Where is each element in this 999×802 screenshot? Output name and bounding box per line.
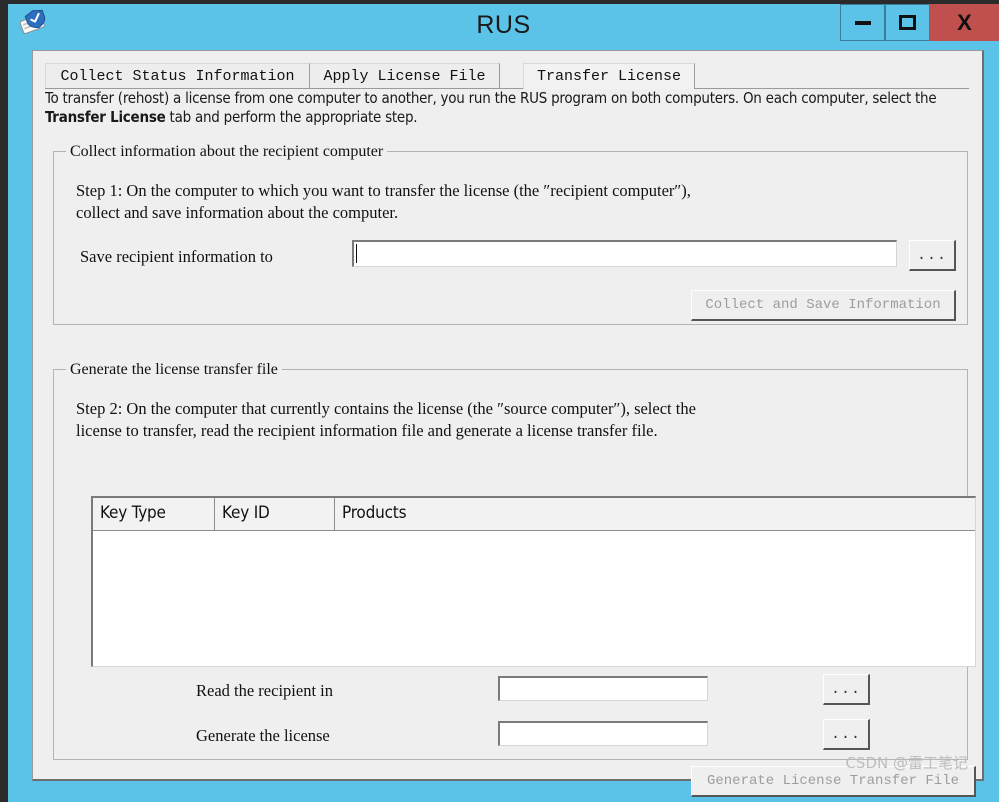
save-recipient-input[interactable] <box>352 240 897 267</box>
generate-license-label: Generate the license <box>196 726 330 745</box>
group-collect-recipient-info: Collect information about the recipient … <box>53 143 968 325</box>
generate-license-browse-button[interactable]: ... <box>823 719 870 750</box>
group-generate-license-transfer-file: Generate the license transfer file Step … <box>53 361 976 797</box>
group1-title: Collect information about the recipient … <box>66 143 388 161</box>
close-icon: X <box>957 9 972 35</box>
text-caret <box>356 244 357 263</box>
grid-header-row: Key Type Key ID Products <box>93 498 975 531</box>
tab-collect-status-information[interactable]: Collect Status Information <box>45 63 310 89</box>
tab-apply-license-file[interactable]: Apply License File <box>310 63 500 89</box>
save-recipient-browse-button[interactable]: ... <box>909 240 956 271</box>
intro-text: To transfer (rehost) a license from one … <box>45 89 970 127</box>
read-recipient-input[interactable] <box>498 676 708 701</box>
license-key-card-icon <box>18 8 50 38</box>
read-recipient-browse-button[interactable]: ... <box>823 674 870 705</box>
save-recipient-label: Save recipient information to <box>80 247 273 266</box>
minimize-button[interactable] <box>840 4 885 41</box>
generate-license-transfer-file-button[interactable]: Generate License Transfer File <box>691 766 976 797</box>
collect-and-save-information-button[interactable]: Collect and Save Information <box>691 290 956 321</box>
grid-column-products[interactable]: Products <box>335 498 975 530</box>
grid-body-empty <box>93 531 975 666</box>
close-button[interactable]: X <box>930 4 999 41</box>
client-area: Collect Status Information Apply License… <box>32 50 984 797</box>
rus-window: RUS X Collect Status Information Apply L… <box>0 0 999 802</box>
maximize-button[interactable] <box>885 4 930 41</box>
minimize-icon <box>854 20 871 25</box>
tab-transfer-license[interactable]: Transfer License <box>523 63 695 89</box>
generate-license-input[interactable] <box>498 721 708 746</box>
license-key-grid[interactable]: Key Type Key ID Products <box>91 496 976 667</box>
grid-column-key-id[interactable]: Key ID <box>215 498 335 530</box>
grid-column-key-type[interactable]: Key Type <box>93 498 215 530</box>
step-1-text: Step 1: On the computer to which you wan… <box>76 181 691 222</box>
tab-strip: Collect Status Information Apply License… <box>45 63 969 89</box>
intro-part-1: To transfer (rehost) a license from one … <box>45 89 937 107</box>
step-2-text: Step 2: On the computer that currently c… <box>76 399 696 440</box>
maximize-icon <box>899 15 916 30</box>
intro-part-2: tab and perform the appropriate step. <box>165 108 418 126</box>
intro-bold-transfer-license: Transfer License <box>45 108 166 126</box>
title-bar: RUS X <box>8 0 999 47</box>
read-recipient-label: Read the recipient in <box>196 681 333 700</box>
group2-title: Generate the license transfer file <box>66 361 282 379</box>
